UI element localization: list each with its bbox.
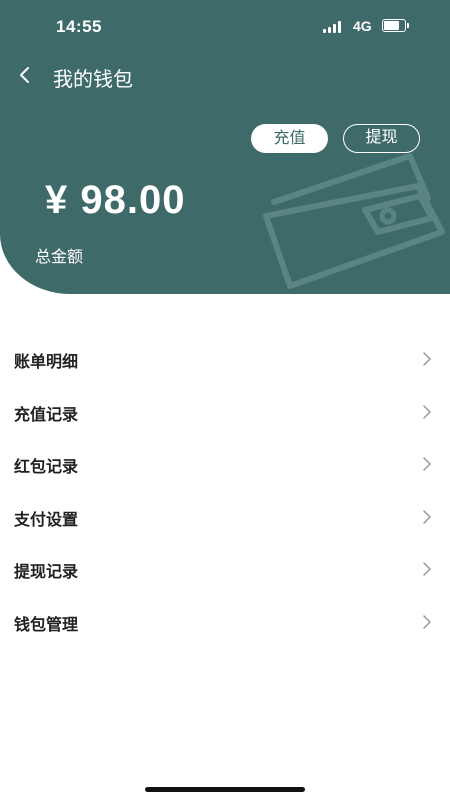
menu-item-payment-settings[interactable]: 支付设置 [0,490,450,543]
recharge-button[interactable]: 充值 [251,124,328,153]
menu-item-label: 钱包管理 [14,616,79,634]
menu-item-red-packet-records[interactable]: 红包记录 [0,437,450,490]
balance-amount: ¥ 98.00 [45,178,186,222]
home-indicator[interactable] [145,787,305,792]
page-title: 我的钱包 [53,69,133,91]
menu-item-wallet-management[interactable]: 钱包管理 [0,595,450,648]
chevron-right-icon [423,457,431,471]
withdraw-button[interactable]: 提现 [343,124,420,153]
battery-icon [382,19,409,32]
signal-icon [323,21,345,33]
chevron-right-icon [423,562,431,577]
chevron-right-icon [423,352,431,366]
menu-item-label: 支付设置 [14,511,79,529]
menu-item-withdraw-records[interactable]: 提现记录 [0,542,450,595]
status-time: 14:55 [56,17,102,36]
chevron-left-icon [20,67,29,83]
wallet-icon [263,153,445,289]
wallet-menu: 账单明细 充值记录 红包记录 支付设置 提现记录 钱包管理 [0,332,450,648]
status-bar: 14:55 4G [0,0,450,52]
network-type: 4G [353,18,372,34]
menu-item-label: 充值记录 [14,406,79,424]
chevron-right-icon [423,615,431,629]
balance-label: 总金额 [35,249,84,266]
menu-item-label: 账单明细 [14,354,79,371]
wallet-header: 14:55 4G 我的钱包 充值 提现 ¥ 98.00 总金额 [0,0,450,294]
menu-item-recharge-records[interactable]: 充值记录 [0,385,450,438]
chevron-right-icon [423,510,431,524]
back-button[interactable] [10,60,40,90]
chevron-right-icon [423,404,431,419]
menu-item-label: 提现记录 [14,564,79,582]
menu-item-bill-details[interactable]: 账单明细 [0,332,450,385]
menu-item-label: 红包记录 [14,459,79,477]
